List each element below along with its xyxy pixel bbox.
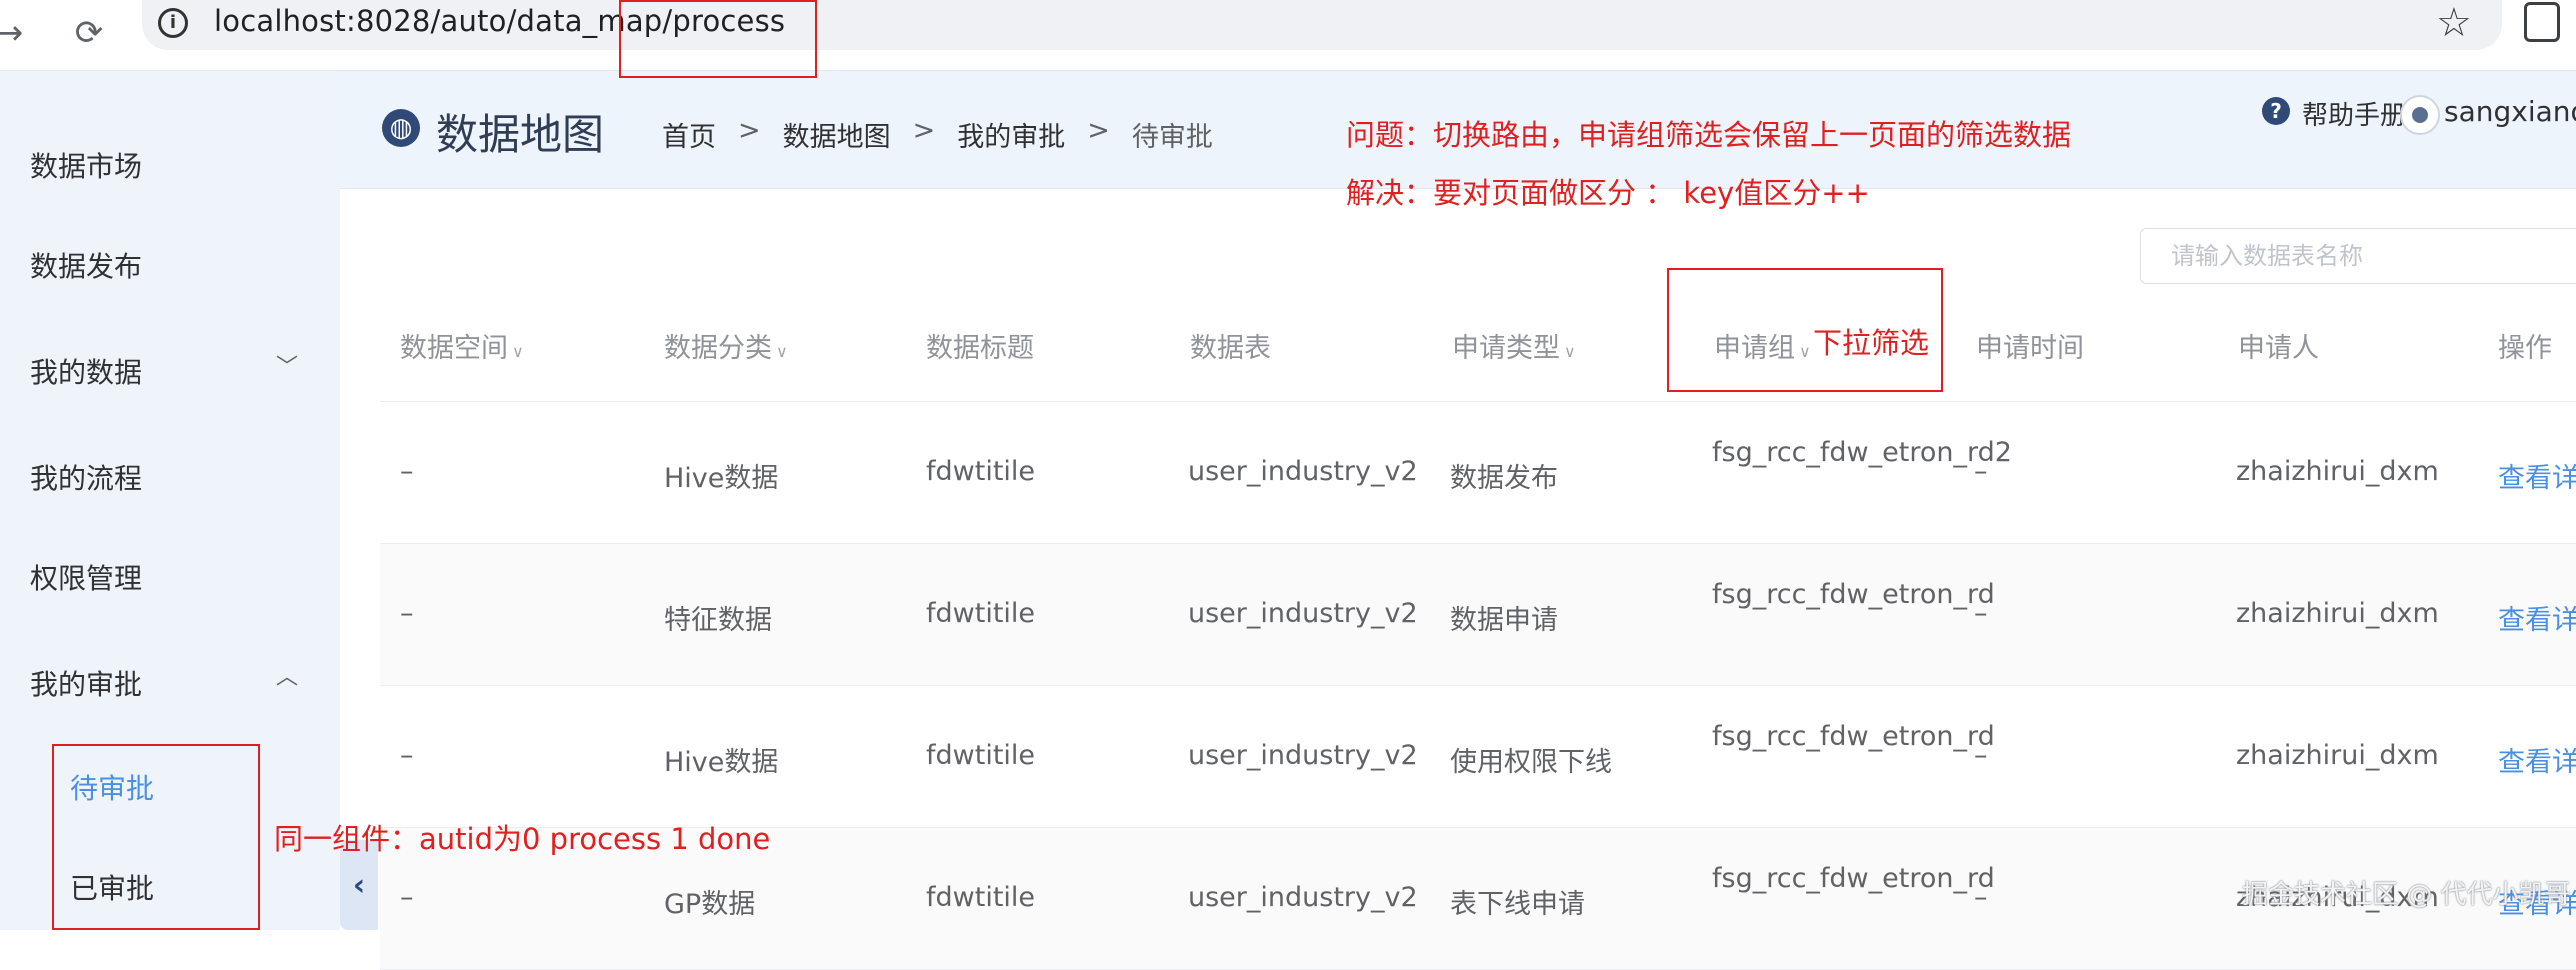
sidebar-item-permission[interactable]: 权限管理 (30, 557, 142, 597)
cell-time: – (1974, 598, 1988, 629)
cell-title: fdwtitile (926, 740, 1036, 771)
cell-title: fdwtitile (926, 882, 1036, 913)
cell-group: fsg_rcc_fdw_etron_rd (1712, 863, 1995, 894)
column-header-applicant: 申请人 (2238, 333, 2319, 364)
chevron-down-icon[interactable]: ﹀ (276, 349, 298, 381)
page-title: 数据地图 (436, 110, 605, 159)
table-row: – Hive数据 fdwtitile user_industry_v2 数据发布… (380, 402, 2576, 544)
cell-group: fsg_rcc_fdw_etron_rd2 (1712, 437, 2012, 468)
cell-title: fdwtitile (926, 598, 1036, 629)
column-header-action: 操作 (2498, 333, 2552, 364)
cell-space: – (400, 598, 414, 629)
chevron-down-icon[interactable]: ∨ (512, 342, 524, 361)
breadcrumb-current: 待审批 (1131, 122, 1213, 153)
cell-category: GP数据 (664, 889, 756, 920)
breadcrumb-separator: > (912, 115, 936, 146)
cell-space: – (400, 456, 414, 487)
bookmark-star-icon[interactable]: ☆ (2436, 0, 2472, 46)
sidebar-item-my-data[interactable]: 我的数据 (30, 351, 142, 391)
breadcrumb-home[interactable]: 首页 (662, 115, 716, 154)
cell-group: fsg_rcc_fdw_etron_rd (1712, 579, 1995, 610)
sidebar-item-data-publish[interactable]: 数据发布 (30, 245, 142, 285)
forward-arrow-icon[interactable]: → (0, 10, 32, 56)
cell-type: 数据申请 (1450, 605, 1558, 636)
cell-type: 数据发布 (1450, 463, 1558, 494)
reload-icon[interactable]: ⟳ (66, 10, 112, 56)
site-info-icon[interactable]: i (158, 8, 188, 38)
breadcrumb-my-approval[interactable]: 我的审批 (957, 115, 1065, 154)
table-header: 数据空间 ∨ 数据分类 ∨ 数据标题 数据表 申请类型 ∨ 申请组 ∨ 申请时间 申请人… (380, 296, 2576, 402)
cell-table: user_industry_v2 (1188, 456, 1418, 487)
column-header-time: 申请时间 (1976, 333, 2084, 364)
watermark: 掘金技术社区 @ 代代小凯哥 (2242, 880, 2571, 910)
chevron-up-icon[interactable]: ︿ (276, 659, 298, 691)
column-label: 数据分类 (664, 333, 772, 364)
username[interactable]: sangxiande (2444, 95, 2576, 128)
cell-table: user_industry_v2 (1188, 740, 1418, 771)
cell-category: Hive数据 (664, 463, 779, 494)
table-search-box (2140, 228, 2576, 284)
annotation-problem: 问题：切换路由，申请组筛选会保留上一页面的筛选数据 (1346, 118, 2072, 152)
breadcrumb-separator: > (1087, 115, 1110, 146)
table-row: – Hive数据 fdwtitile user_industry_v2 使用权限… (380, 686, 2576, 828)
column-label: 申请类型 (1452, 333, 1560, 364)
cell-applicant: zhaizhirui_dxm (2236, 598, 2439, 629)
cell-time: – (1974, 456, 1988, 487)
sidebar-item-my-approval[interactable]: 我的审批 (30, 663, 142, 703)
cell-title: fdwtitile (926, 456, 1036, 487)
breadcrumb-data-map[interactable]: 数据地图 (783, 115, 891, 154)
cell-category: 特征数据 (664, 605, 772, 636)
sidebar-item-my-process[interactable]: 我的流程 (30, 457, 142, 497)
globe-icon: ◍ (382, 109, 420, 147)
column-header-category[interactable]: 数据分类 ∨ (664, 326, 788, 365)
breadcrumb-separator: > (738, 115, 761, 146)
view-detail-link[interactable]: 查看详情 (2498, 740, 2576, 779)
annotation-box-url (619, 0, 817, 78)
avatar[interactable] (2400, 95, 2440, 135)
cell-applicant: zhaizhirui_dxm (2236, 740, 2439, 771)
column-label: 数据空间 (400, 333, 508, 364)
sidebar-item-data-market[interactable]: 数据市场 (30, 145, 142, 185)
extensions-icon[interactable] (2524, 2, 2560, 42)
annotation-solution: 解决：要对页面做区分 ： key值区分++ (1346, 176, 1870, 210)
chevron-down-icon[interactable]: ∨ (776, 342, 788, 361)
help-icon[interactable]: ? (2262, 97, 2290, 125)
cell-type: 使用权限下线 (1450, 747, 1612, 778)
annotation-box-submenu (52, 744, 260, 930)
cell-type: 表下线申请 (1450, 889, 1585, 920)
cell-applicant: zhaizhirui_dxm (2236, 456, 2439, 487)
cell-category: Hive数据 (664, 747, 779, 778)
column-header-title: 数据标题 (926, 333, 1034, 364)
column-header-table: 数据表 (1190, 333, 1271, 364)
cell-time: – (1974, 882, 1988, 913)
cell-group: fsg_rcc_fdw_etron_rd (1712, 721, 1995, 752)
column-header-space[interactable]: 数据空间 ∨ (400, 326, 524, 365)
breadcrumb: 首页 > 数据地图 > 我的审批 > 待审批 (662, 115, 1213, 154)
table-row: – 特征数据 fdwtitile user_industry_v2 数据申请 f… (380, 544, 2576, 686)
cell-table: user_industry_v2 (1188, 598, 1418, 629)
cell-time: – (1974, 740, 1988, 771)
browser-toolbar: → ⟳ i localhost:8028/auto/data_map/proce… (0, 0, 2576, 71)
cell-space: – (400, 882, 414, 913)
cell-table: user_industry_v2 (1188, 882, 1418, 913)
help-manual-link[interactable]: 帮助手册 (2302, 95, 2406, 132)
approval-table: 数据空间 ∨ 数据分类 ∨ 数据标题 数据表 申请类型 ∨ 申请组 ∨ 申请时间 申请人… (380, 296, 2576, 970)
view-detail-link[interactable]: 查看详情 (2498, 598, 2576, 637)
view-detail-link[interactable]: 查看详情 (2498, 456, 2576, 495)
annotation-component: 同一组件：autid为0 process 1 done (274, 822, 771, 856)
annotation-dropdown: 下拉筛选 (1813, 326, 1930, 360)
search-input[interactable] (2171, 239, 2571, 273)
column-header-type[interactable]: 申请类型 ∨ (1452, 326, 1576, 365)
chevron-down-icon[interactable]: ∨ (1564, 342, 1576, 361)
cell-space: – (400, 740, 414, 771)
